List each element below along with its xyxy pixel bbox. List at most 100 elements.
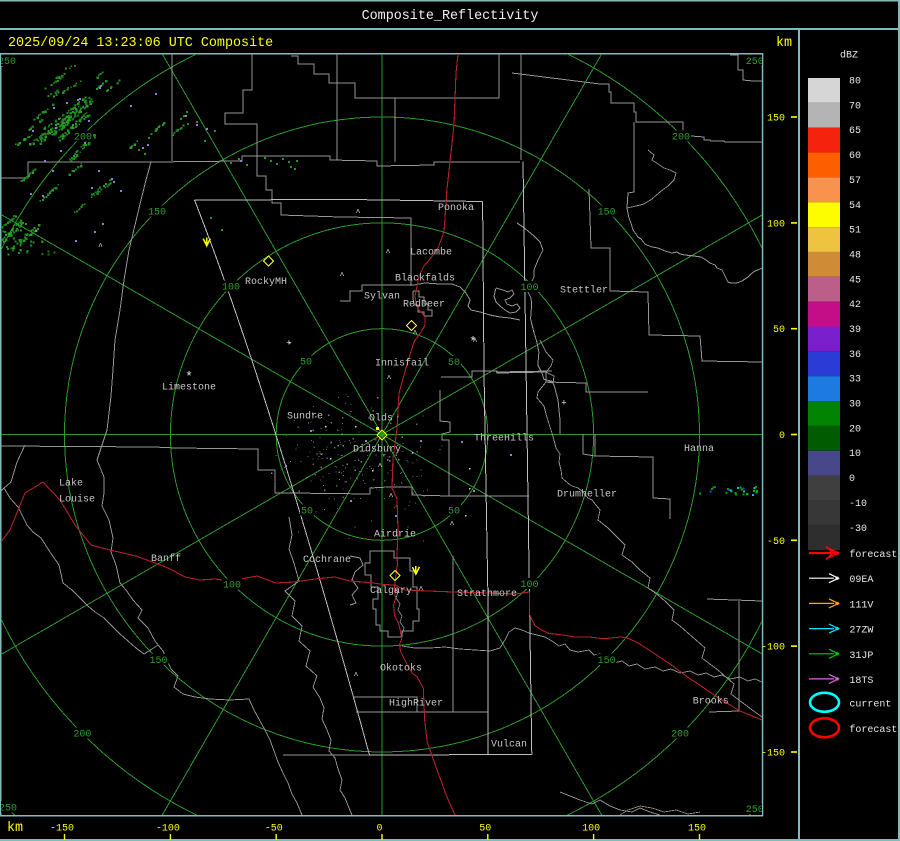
svg-text:Calgary: Calgary (370, 585, 412, 597)
svg-text:Ponoka: Ponoka (438, 202, 474, 214)
svg-text:Sylvan: Sylvan (364, 291, 400, 303)
svg-text:10: 10 (849, 449, 861, 460)
svg-text:Okotoks: Okotoks (380, 663, 422, 675)
svg-text:150: 150 (688, 824, 706, 835)
svg-text:HighRiver: HighRiver (389, 698, 443, 710)
svg-text:dBZ: dBZ (840, 50, 858, 62)
svg-text:200: 200 (73, 730, 91, 741)
svg-text:70: 70 (849, 101, 861, 112)
svg-text:^: ^ (450, 521, 455, 530)
svg-text:20: 20 (849, 424, 861, 435)
svg-text:^: ^ (340, 272, 345, 281)
svg-text:150: 150 (767, 114, 785, 125)
svg-text:50: 50 (448, 358, 460, 369)
svg-text:ThreeHills: ThreeHills (474, 433, 534, 445)
svg-text:Drumheller: Drumheller (557, 489, 617, 501)
svg-text:RockyMH: RockyMH (245, 276, 287, 288)
svg-text:^: ^ (389, 493, 394, 502)
svg-text:45: 45 (849, 275, 861, 286)
svg-text:*: * (469, 335, 477, 350)
svg-text:80: 80 (849, 77, 861, 88)
svg-text:Strathmore: Strathmore (457, 588, 517, 600)
svg-text:+: + (561, 399, 566, 409)
svg-text:Cochrane: Cochrane (303, 554, 351, 566)
svg-text:Louise: Louise (59, 494, 95, 506)
svg-text:60: 60 (849, 151, 861, 162)
svg-text:50: 50 (300, 358, 312, 369)
svg-text:27ZW: 27ZW (849, 626, 873, 637)
svg-text:150: 150 (598, 208, 616, 219)
svg-text:36: 36 (849, 350, 861, 361)
svg-text:*: * (185, 370, 193, 385)
svg-text:51: 51 (849, 226, 861, 237)
svg-text:^: ^ (98, 243, 103, 252)
svg-text:250: 250 (746, 57, 764, 68)
svg-text:-150: -150 (50, 824, 74, 835)
svg-text:km: km (776, 36, 792, 51)
svg-text:65: 65 (849, 126, 861, 137)
svg-text:-30: -30 (849, 524, 867, 535)
svg-text:150: 150 (598, 656, 616, 667)
svg-text:Brooks: Brooks (693, 696, 729, 708)
svg-text:18TS: 18TS (849, 676, 873, 687)
svg-text:^: ^ (354, 672, 359, 681)
svg-text:100: 100 (223, 581, 241, 592)
svg-text:48: 48 (849, 251, 861, 262)
svg-text:0: 0 (849, 474, 855, 485)
svg-text:42: 42 (849, 300, 861, 311)
svg-text:^: ^ (419, 586, 424, 595)
svg-text:-150: -150 (761, 749, 785, 760)
svg-text:250: 250 (0, 57, 16, 68)
svg-text:Sundre: Sundre (287, 411, 323, 423)
svg-text:^: ^ (386, 249, 391, 258)
svg-text:2025/09/24 13:23:06 UTC Compos: 2025/09/24 13:23:06 UTC Composite (8, 36, 273, 51)
svg-text:forecast: forecast (849, 549, 897, 561)
svg-text:-50: -50 (265, 824, 283, 835)
svg-text:Didsbury: Didsbury (353, 444, 401, 456)
svg-text:-10: -10 (849, 499, 867, 510)
svg-text:31JP: 31JP (849, 651, 873, 662)
svg-text:100: 100 (582, 824, 600, 835)
svg-text:Hanna: Hanna (684, 444, 714, 455)
svg-text:Airdrie: Airdrie (374, 529, 416, 541)
svg-text:0: 0 (376, 824, 382, 835)
svg-text:Olds: Olds (369, 413, 393, 425)
svg-text:50: 50 (301, 507, 313, 518)
svg-text:30: 30 (849, 400, 861, 411)
svg-text:Lacombe: Lacombe (410, 247, 452, 259)
svg-text:200: 200 (74, 133, 92, 144)
svg-text:-100: -100 (156, 824, 180, 835)
svg-text:^: ^ (413, 330, 418, 339)
svg-text:100: 100 (767, 219, 785, 230)
svg-text:+: + (286, 339, 291, 349)
svg-text:150: 150 (150, 656, 168, 667)
svg-text:-100: -100 (761, 643, 785, 654)
svg-text:250: 250 (0, 804, 17, 815)
svg-text:0: 0 (779, 431, 785, 442)
svg-text:Innisfail: Innisfail (375, 358, 429, 370)
svg-text:RedDeer: RedDeer (403, 299, 445, 311)
svg-text:^: ^ (387, 375, 392, 384)
svg-text:^: ^ (378, 463, 383, 472)
svg-text:Banff: Banff (151, 553, 181, 565)
svg-text:50: 50 (773, 325, 785, 336)
svg-text:33: 33 (849, 375, 861, 386)
svg-text:Stettler: Stettler (560, 285, 608, 297)
svg-text:forecast: forecast (849, 724, 897, 736)
svg-text:50: 50 (448, 506, 460, 517)
svg-text:Vulcan: Vulcan (491, 739, 527, 751)
svg-text:09EA: 09EA (849, 575, 873, 586)
svg-text:km: km (7, 821, 23, 836)
svg-text:50: 50 (479, 824, 491, 835)
svg-text:111V: 111V (849, 600, 873, 611)
svg-text:200: 200 (671, 730, 689, 741)
svg-text:100: 100 (222, 283, 240, 294)
svg-text:100: 100 (521, 580, 539, 591)
svg-text:54: 54 (849, 201, 861, 212)
svg-text:57: 57 (849, 176, 861, 187)
svg-text:39: 39 (849, 325, 861, 336)
svg-text:Blackfalds: Blackfalds (395, 273, 455, 285)
svg-text:150: 150 (148, 208, 166, 219)
svg-text:250: 250 (746, 805, 764, 816)
svg-text:-50: -50 (767, 537, 785, 548)
